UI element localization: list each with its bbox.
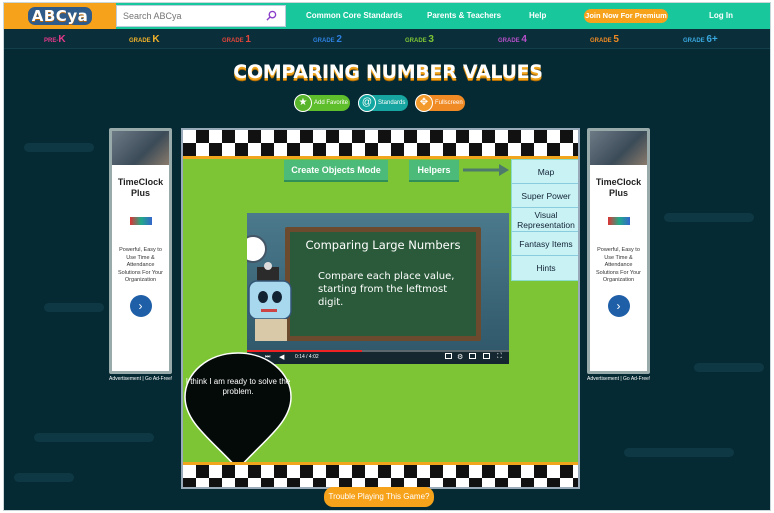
nav-link-common-core[interactable]: Common Core Standards	[306, 11, 402, 20]
search-box	[116, 5, 286, 27]
game-area[interactable]: Create Objects Mode Helpers Map Super Po…	[181, 128, 580, 489]
join-premium-button[interactable]: Join Now For Premium	[584, 9, 668, 23]
video-time: 0:14 / 4:02	[295, 354, 319, 360]
background-streak	[624, 448, 734, 457]
ad-image	[590, 131, 647, 165]
swirl-icon: @	[358, 94, 376, 112]
robot-character	[248, 262, 292, 341]
grade-link-0[interactable]: PRE-K	[44, 34, 66, 45]
background-streak	[664, 213, 754, 222]
grade-level: 6+	[706, 34, 718, 45]
arrow-right-icon	[463, 164, 509, 176]
grade-link-1[interactable]: GRADE K	[129, 34, 160, 45]
ad-note-right[interactable]: Advertisement | Go Ad-Free!	[587, 376, 650, 382]
grade-link-2[interactable]: GRADE 1	[222, 34, 251, 45]
grade-prefix: GRADE	[498, 38, 522, 44]
grade-prefix: PRE-	[44, 38, 59, 44]
background-streak	[44, 303, 104, 312]
nav-link-parents-teachers[interactable]: Parents & Teachers	[427, 11, 501, 20]
grade-bar: PRE-K GRADE K GRADE 1 GRADE 2 GRADE 3 GRADE 4…	[4, 29, 770, 49]
ad-logo	[607, 217, 630, 225]
grade-link-7[interactable]: GRADE 6+	[683, 34, 718, 45]
background-streak	[24, 143, 94, 152]
ad-chevron-right-icon[interactable]: ›	[607, 294, 630, 317]
grade-level: 2	[336, 34, 342, 45]
standards-button[interactable]: @ Standards	[358, 94, 408, 112]
expand-icon: ✥	[415, 94, 433, 112]
menu-item-hints[interactable]: Hints	[512, 256, 578, 280]
right-advertisement[interactable]: TimeClock Plus Powerful, Easy to Use Tim…	[587, 128, 650, 374]
nav-link-help[interactable]: Help	[529, 11, 546, 20]
background-streak	[34, 433, 154, 442]
left-advertisement[interactable]: TimeClock Plus Powerful, Easy to Use Tim…	[109, 128, 172, 374]
grade-prefix: GRADE	[590, 38, 614, 44]
grade-prefix: GRADE	[683, 38, 707, 44]
add-favorite-button[interactable]: ★ Add Favorite	[294, 94, 350, 112]
top-navigation: ABCya Common Core Standards Parents & Te…	[4, 3, 770, 29]
add-favorite-label: Add Favorite	[314, 100, 349, 106]
ad-image	[112, 131, 169, 165]
background-streak	[694, 363, 764, 372]
ad-chevron-right-icon[interactable]: ›	[129, 294, 152, 317]
logo-text: ABCya	[27, 7, 93, 25]
search-icon[interactable]	[266, 10, 277, 21]
grade-link-3[interactable]: GRADE 2	[313, 34, 342, 45]
fullscreen-label: Fullscreen	[435, 100, 463, 106]
grade-link-5[interactable]: GRADE 4	[498, 34, 527, 45]
standards-label: Standards	[378, 100, 406, 106]
grade-link-6[interactable]: GRADE 5	[590, 34, 619, 45]
video-board-title: Comparing Large Numbers	[305, 238, 461, 252]
helpers-button[interactable]: Helpers	[409, 160, 459, 180]
speech-bubble-text: I think I am ready to solve the problem.	[185, 377, 291, 396]
ad-text: Powerful, Easy to Use Time & Attendance …	[596, 247, 641, 283]
wall-clock-icon	[247, 235, 267, 263]
grade-level: K	[58, 34, 66, 45]
helpers-menu: Map Super Power Visual Representation Fa…	[511, 159, 578, 281]
ad-text: Powerful, Easy to Use Time & Attendance …	[118, 247, 163, 283]
grade-prefix: GRADE	[222, 38, 246, 44]
menu-item-fantasy-items[interactable]: Fantasy Items	[512, 232, 578, 256]
chalkboard: Comparing Large Numbers Compare each pla…	[285, 227, 481, 341]
star-icon: ★	[294, 94, 312, 112]
menu-item-visual-representation[interactable]: Visual Representation	[512, 208, 578, 232]
checkered-border-bottom	[183, 465, 578, 487]
grade-prefix: GRADE	[405, 38, 429, 44]
page-title: COMPARING NUMBER VALUES	[233, 61, 543, 83]
video-player[interactable]: Comparing Large Numbers Compare each pla…	[247, 213, 509, 364]
ad-note-left[interactable]: Advertisement | Go Ad-Free!	[109, 376, 172, 382]
grade-level: 4	[521, 34, 527, 45]
subtitles-icon[interactable]	[445, 353, 452, 359]
checkered-border-top	[183, 130, 578, 156]
miniplayer-icon[interactable]	[469, 353, 476, 359]
fullscreen-button[interactable]: ✥ Fullscreen	[415, 94, 465, 112]
theater-icon[interactable]	[483, 353, 490, 359]
grade-level: 1	[245, 34, 251, 45]
grade-prefix: GRADE	[313, 38, 337, 44]
video-board-text: Compare each place value, starting from …	[318, 271, 455, 308]
menu-item-map[interactable]: Map	[512, 160, 578, 184]
ad-title: TimeClock Plus	[595, 177, 642, 198]
settings-icon[interactable]: ⚙	[457, 353, 463, 361]
fullscreen-icon[interactable]: ⛶	[497, 353, 502, 361]
speech-bubble-text-area: I think I am ready to solve the problem.	[183, 351, 293, 471]
page: ABCya Common Core Standards Parents & Te…	[3, 2, 771, 511]
abcya-logo[interactable]: ABCya	[4, 3, 116, 29]
create-objects-mode-button[interactable]: Create Objects Mode	[284, 160, 388, 180]
grade-link-4[interactable]: GRADE 3	[405, 34, 434, 45]
menu-item-super-power[interactable]: Super Power	[512, 184, 578, 208]
background-streak	[14, 473, 74, 482]
trouble-playing-button[interactable]: Trouble Playing This Game?	[324, 487, 434, 507]
login-link[interactable]: Log In	[709, 11, 733, 20]
grade-level: K	[152, 34, 160, 45]
grade-prefix: GRADE	[129, 38, 153, 44]
grade-level: 5	[613, 34, 619, 45]
grade-level: 3	[428, 34, 434, 45]
ad-title: TimeClock Plus	[117, 177, 164, 198]
ad-logo	[129, 217, 152, 225]
search-input[interactable]	[117, 11, 257, 21]
